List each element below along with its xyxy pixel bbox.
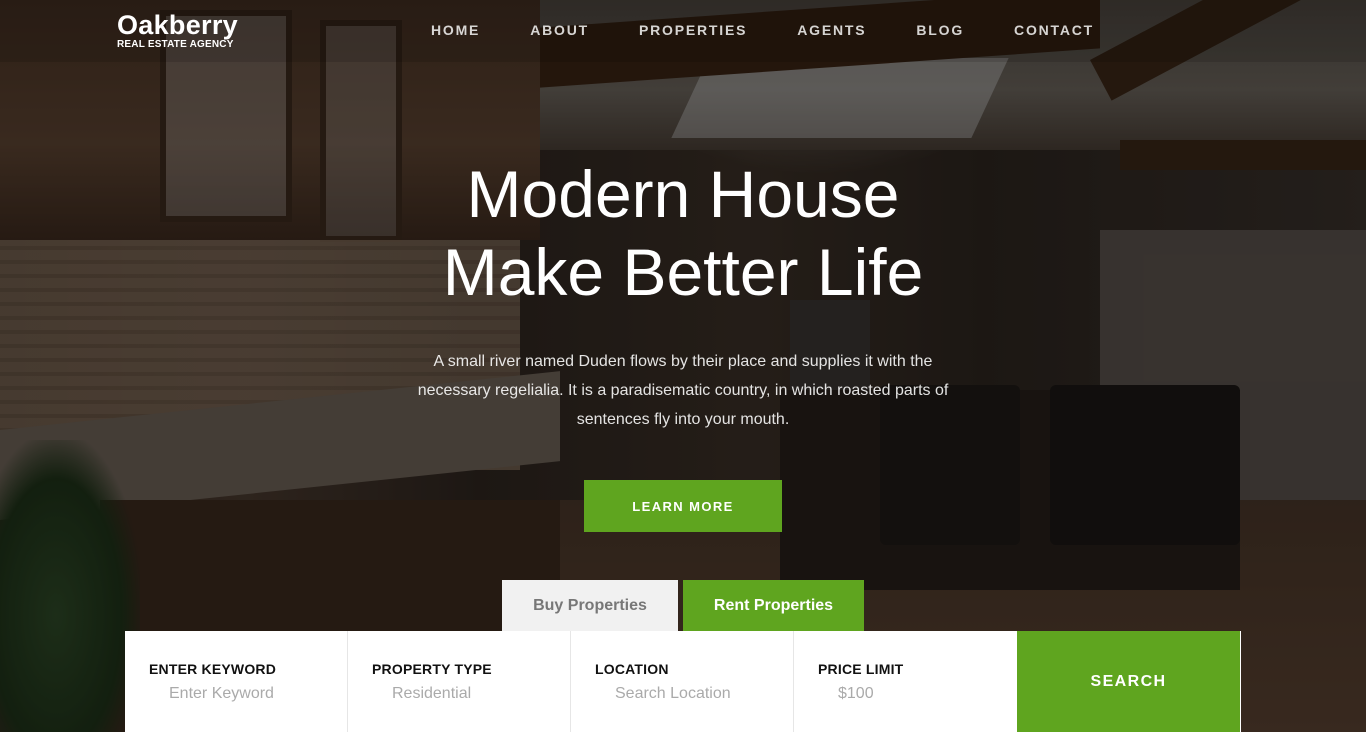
hero-title-line2: Make Better Life (442, 235, 924, 309)
learn-more-button[interactable]: LEARN MORE (584, 480, 782, 532)
hero-title-line1: Modern House (466, 157, 900, 231)
price-limit-field: PRICE LIMIT $100 (794, 631, 1017, 732)
tab-rent-properties[interactable]: Rent Properties (683, 580, 864, 631)
tab-buy-properties[interactable]: Buy Properties (502, 580, 678, 631)
property-type-select[interactable]: Residential (392, 685, 562, 703)
nav-item-about[interactable]: ABOUT (505, 22, 614, 38)
search-button[interactable]: SEARCH (1017, 631, 1240, 732)
location-input[interactable] (615, 685, 785, 703)
brand-tagline: REAL ESTATE AGENCY (117, 39, 234, 50)
nav-item-properties[interactable]: PROPERTIES (614, 22, 772, 38)
nav-item-agents[interactable]: AGENTS (772, 22, 891, 38)
price-limit-label: PRICE LIMIT (818, 661, 904, 677)
location-field: LOCATION (571, 631, 794, 732)
nav-menu: HOME ABOUT PROPERTIES AGENTS BLOG CONTAC… (406, 22, 1119, 38)
keyword-field: ENTER KEYWORD (125, 631, 348, 732)
keyword-label: ENTER KEYWORD (149, 661, 277, 677)
property-search-form: ENTER KEYWORD PROPERTY TYPE Residential … (125, 631, 1241, 732)
top-navbar: Oakberry REAL ESTATE AGENCY HOME ABOUT P… (0, 0, 1366, 62)
nav-item-contact[interactable]: CONTACT (989, 22, 1119, 38)
property-type-label: PROPERTY TYPE (372, 661, 492, 677)
property-type-field: PROPERTY TYPE Residential (348, 631, 571, 732)
hero-description: A small river named Duden flows by their… (417, 353, 949, 428)
brand-name: Oakberry (117, 10, 238, 40)
brand-logo[interactable]: Oakberry REAL ESTATE AGENCY (117, 11, 238, 51)
nav-item-home[interactable]: HOME (406, 22, 505, 38)
hero-title: Modern House Make Better Life (283, 155, 1083, 311)
nav-item-blog[interactable]: BLOG (891, 22, 989, 38)
keyword-input[interactable] (169, 685, 339, 703)
price-limit-select[interactable]: $100 (838, 685, 1008, 703)
location-label: LOCATION (595, 661, 669, 677)
